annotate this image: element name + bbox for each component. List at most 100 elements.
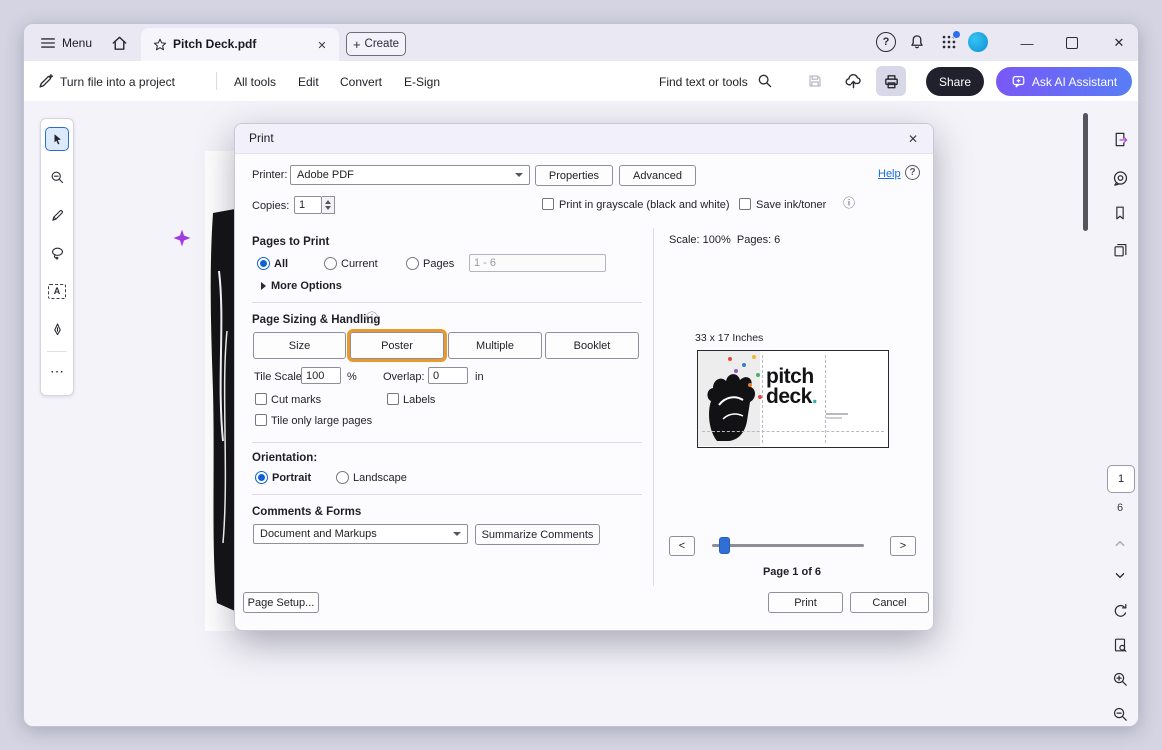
print-icon[interactable] <box>876 66 906 96</box>
window-close-icon[interactable]: ✕ <box>1106 30 1132 56</box>
print-button[interactable]: Print <box>768 592 843 613</box>
pages-panel-icon[interactable] <box>1108 238 1132 262</box>
ask-ai-label: Ask AI Assistant <box>1032 75 1117 89</box>
tab-close-icon[interactable]: ✕ <box>313 36 331 54</box>
window-minimize-icon[interactable]: — <box>1014 30 1040 56</box>
save-icon[interactable] <box>804 70 826 92</box>
nav-edit[interactable]: Edit <box>298 75 319 89</box>
pages-all-radio[interactable] <box>257 257 270 270</box>
copies-input[interactable] <box>294 196 322 214</box>
cut-marks-checkbox[interactable] <box>255 393 267 405</box>
add-text-tool[interactable]: A <box>45 279 69 303</box>
fit-page-icon[interactable] <box>1108 633 1132 657</box>
help-question-icon[interactable]: ? <box>905 165 920 180</box>
search-icon[interactable] <box>755 71 775 91</box>
summarize-comments-button[interactable]: Summarize Comments <box>475 524 600 545</box>
tile-large-checkbox[interactable] <box>255 414 267 426</box>
tile-scale-label: Tile Scale: <box>254 371 305 383</box>
save-ink-checkbox[interactable] <box>739 198 751 210</box>
panel-divider <box>47 351 67 352</box>
scroll-up-icon[interactable] <box>1108 531 1132 555</box>
cloud-upload-icon[interactable] <box>842 70 864 92</box>
cancel-button[interactable]: Cancel <box>850 592 929 613</box>
nav-esign[interactable]: E-Sign <box>404 75 440 89</box>
more-tools[interactable]: ⋯ <box>45 359 69 383</box>
printer-label: Printer: <box>252 169 287 181</box>
apps-grid-icon[interactable] <box>939 32 959 52</box>
print-dialog-header[interactable]: Print ✕ <box>235 124 933 154</box>
ask-ai-button[interactable]: Ask AI Assistant <box>996 67 1132 96</box>
save-ink-info-icon[interactable]: ⓘ <box>843 197 855 209</box>
page-number-box[interactable]: 1 <box>1107 465 1135 493</box>
tile-scale-input[interactable] <box>301 367 341 384</box>
page-setup-button[interactable]: Page Setup... <box>243 592 319 613</box>
scroll-down-icon[interactable] <box>1108 564 1132 588</box>
sizing-mode-size[interactable]: Size <box>253 332 346 359</box>
preview-slider-track[interactable] <box>712 544 864 547</box>
portrait-radio[interactable] <box>255 471 268 484</box>
share-button[interactable]: Share <box>926 67 984 96</box>
home-icon[interactable] <box>108 32 130 54</box>
nav-all-tools[interactable]: All tools <box>234 75 276 89</box>
pages-current-radio[interactable] <box>324 257 337 270</box>
stepper-down-icon[interactable] <box>325 206 331 210</box>
properties-button[interactable]: Properties <box>535 165 613 186</box>
draw-tool[interactable] <box>45 203 69 227</box>
advanced-button[interactable]: Advanced <box>619 165 696 186</box>
help-icon[interactable]: ? <box>876 32 896 52</box>
preview-slider-handle[interactable] <box>719 537 730 554</box>
project-button[interactable]: Turn file into a project <box>60 75 175 89</box>
sizing-mode-poster[interactable]: Poster <box>350 332 444 359</box>
select-tool[interactable] <box>45 127 69 151</box>
notifications-bell-icon[interactable] <box>907 32 927 52</box>
lasso-tool[interactable] <box>45 241 69 265</box>
menu-label[interactable]: Menu <box>62 36 92 50</box>
labels-checkbox[interactable] <box>387 393 399 405</box>
vertical-scrollbar[interactable] <box>1083 113 1088 231</box>
sizing-info-icon[interactable]: ⓘ <box>366 312 378 324</box>
help-link[interactable]: Help <box>878 168 901 180</box>
page-range-input[interactable] <box>469 254 606 272</box>
document-tab[interactable]: Pitch Deck.pdf ✕ <box>141 28 339 61</box>
more-options-toggle[interactable]: More Options <box>261 280 342 292</box>
create-button[interactable]: + Create <box>346 32 406 56</box>
fill-sign-tool[interactable] <box>45 317 69 341</box>
rotate-page-icon[interactable] <box>1108 599 1132 623</box>
section-divider <box>252 494 642 495</box>
sizing-mode-booklet[interactable]: Booklet <box>545 332 639 359</box>
comments-dropdown[interactable]: Document and Markups <box>253 524 468 544</box>
pages-to-print-heading: Pages to Print <box>252 236 329 248</box>
preview-next-button[interactable]: > <box>890 536 916 556</box>
tile-guide-vertical <box>762 355 763 443</box>
preview-prev-button[interactable]: < <box>669 536 695 556</box>
dialog-close-icon[interactable]: ✕ <box>903 129 923 149</box>
zoom-tool[interactable] <box>45 165 69 189</box>
purple-cursor-icon <box>173 229 191 247</box>
export-pdf-icon[interactable] <box>1108 127 1132 151</box>
stepper-up-icon[interactable] <box>325 200 331 204</box>
notification-dot <box>952 30 961 39</box>
zoom-out-icon[interactable] <box>1108 702 1132 726</box>
zoom-in-icon[interactable] <box>1108 667 1132 691</box>
pages-range-radio[interactable] <box>406 257 419 270</box>
sizing-mode-multiple[interactable]: Multiple <box>448 332 542 359</box>
paper-size-info: 33 x 17 Inches <box>695 332 763 344</box>
profile-avatar[interactable] <box>968 32 988 52</box>
quick-tools-panel: A ⋯ <box>40 118 74 396</box>
grayscale-checkbox[interactable] <box>542 198 554 210</box>
landscape-radio[interactable] <box>336 471 349 484</box>
comments-dropdown-value: Document and Markups <box>260 528 377 540</box>
star-icon[interactable] <box>151 36 169 54</box>
confetti-dot <box>756 373 760 377</box>
save-ink-label: Save ink/toner <box>756 199 826 211</box>
window-maximize-icon[interactable] <box>1059 30 1085 56</box>
overlap-unit: in <box>475 371 484 383</box>
copies-stepper[interactable] <box>322 196 335 214</box>
find-text-label[interactable]: Find text or tools <box>659 75 748 89</box>
hamburger-menu-icon[interactable] <box>38 33 58 53</box>
bookmarks-icon[interactable] <box>1108 201 1132 225</box>
overlap-input[interactable] <box>428 367 468 384</box>
nav-convert[interactable]: Convert <box>340 75 382 89</box>
comments-icon[interactable] <box>1108 166 1132 190</box>
printer-dropdown[interactable]: Adobe PDF <box>290 165 530 185</box>
